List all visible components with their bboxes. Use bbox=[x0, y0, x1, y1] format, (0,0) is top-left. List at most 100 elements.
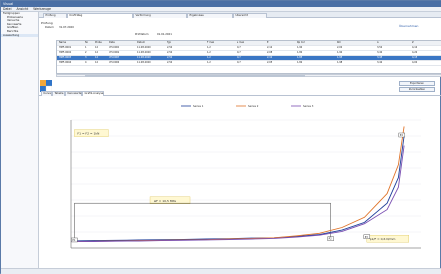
column-header[interactable]: Rp 0.2 bbox=[297, 41, 305, 46]
table-cell: 3,42 bbox=[377, 61, 383, 64]
scrollbar-thumb[interactable] bbox=[85, 75, 305, 77]
field-value: 01.01.2021 bbox=[157, 33, 172, 36]
table-cell: 2,50 bbox=[167, 46, 173, 49]
table-cell: 1,90 bbox=[337, 51, 343, 54]
column-header[interactable]: Nr. bbox=[85, 41, 88, 46]
table-cell: 0,7 bbox=[237, 56, 241, 59]
column-header[interactable]: Name bbox=[59, 41, 66, 46]
export-button[interactable]: Exportieren bbox=[399, 81, 435, 86]
apply-button[interactable]: Übernehmen bbox=[399, 24, 418, 28]
analysis-chart: Series 1 Series 2 Series 3 F1 = F2 = 1kN ΔF … bbox=[41, 98, 440, 264]
tab-tabelle[interactable]: Tabelle bbox=[52, 91, 65, 96]
table-cell: 2,50 bbox=[167, 51, 173, 54]
table-cell: 1,90 bbox=[297, 46, 303, 49]
chart-tabs: Kurve Tabelle Kennwerte Grafik-Analyse bbox=[39, 91, 441, 96]
table-cell: 1,95 bbox=[337, 56, 343, 59]
tab-grafik-analyse[interactable]: Grafik-Analyse bbox=[82, 91, 104, 96]
results-table: Name Nr. Probe Datei Datum Typ F max s max E Rp 0… bbox=[56, 40, 441, 74]
tab-kennwerte[interactable]: Kennwerte bbox=[65, 91, 82, 96]
column-header[interactable]: Rm bbox=[337, 41, 341, 46]
column-header[interactable]: F max bbox=[207, 41, 214, 46]
table-cell: 3,50 bbox=[377, 46, 383, 49]
table-row[interactable]: HMF-0002 2 12 VH-0002 11.08.2020 2,50 1,2 0,7 2,… bbox=[57, 51, 441, 56]
window-title: Visual bbox=[3, 2, 14, 6]
table-cell: 12 bbox=[95, 51, 99, 54]
series-line bbox=[70, 135, 405, 242]
field-label: Prüfdatum bbox=[135, 33, 149, 36]
annotation-label: F1 = F2 = 1kN bbox=[77, 132, 99, 136]
tab-label: Prüfung bbox=[45, 14, 56, 17]
table-cell: 2,05 bbox=[267, 61, 273, 64]
table-cell: 4,15 bbox=[412, 56, 418, 59]
annotation-label: ΔF = 10,5 MPa bbox=[154, 199, 176, 203]
table-header: Name Nr. Probe Datei Datum Typ F max s max E Rp 0… bbox=[57, 41, 441, 46]
tab-label: Kraft-Weg bbox=[69, 14, 83, 17]
table-cell: 3,40 bbox=[377, 51, 383, 54]
marker-label: P1 bbox=[72, 239, 75, 242]
table-cell: VH-0003 bbox=[109, 56, 120, 59]
table-cell: HMF-0002 bbox=[59, 51, 72, 54]
table-row[interactable]: HMF-0004 4 12 VH-0004 11.08.2020 2,50 1,2 0,7 2,… bbox=[57, 61, 441, 66]
table-cell: HMF-0003 bbox=[59, 56, 72, 59]
table-cell: 12 bbox=[95, 46, 99, 49]
props-group: Prüfung bbox=[41, 21, 53, 25]
table-cell: 4,10 bbox=[412, 46, 418, 49]
table-cell: 4 bbox=[85, 61, 87, 64]
table-cell: 12 bbox=[95, 56, 99, 59]
table-cell: 11.08.2020 bbox=[137, 46, 151, 49]
series-line bbox=[70, 145, 405, 243]
table-cell: 2,50 bbox=[167, 56, 173, 59]
table-cell: 1,2 bbox=[207, 46, 211, 49]
legend-label: Series 1 bbox=[193, 104, 204, 108]
table-cell: 1,2 bbox=[207, 56, 211, 59]
table-cell: 11.08.2020 bbox=[137, 61, 151, 64]
table-cell: HMF-0004 bbox=[59, 61, 72, 64]
date-label: Datum bbox=[45, 26, 54, 29]
table-cell: 11.08.2020 bbox=[137, 56, 151, 59]
tab-label: Kennwerte bbox=[67, 92, 82, 95]
table-cell: 1,85 bbox=[297, 56, 303, 59]
legend-label: Series 3 bbox=[303, 104, 314, 108]
table-cell: 1,2 bbox=[207, 61, 211, 64]
table-cell: 2,00 bbox=[337, 46, 343, 49]
marker-label: P3 bbox=[365, 236, 368, 239]
marker-label: P4 bbox=[400, 134, 403, 137]
table-cell: 2,50 bbox=[167, 61, 173, 64]
table-cell: 2,10 bbox=[267, 56, 273, 59]
tab-label: Tabelle bbox=[54, 92, 64, 95]
table-cell: 12 bbox=[95, 61, 99, 64]
tab-label: Verformung bbox=[135, 14, 151, 17]
table-cell: 3,45 bbox=[377, 56, 383, 59]
table-cell: 11.08.2020 bbox=[137, 51, 151, 54]
column-header[interactable]: A bbox=[377, 41, 379, 46]
tab-label: Ergebnisse bbox=[189, 14, 204, 17]
table-cell: 2 bbox=[85, 51, 87, 54]
table-row[interactable]: HMF-0003 3 12 VH-0003 11.08.2020 2,50 1,2 0,7 2,… bbox=[57, 56, 441, 61]
table-cell: 0,7 bbox=[237, 51, 241, 54]
marker-label: P2 bbox=[329, 238, 332, 241]
column-header[interactable]: Datei bbox=[109, 41, 115, 46]
navigation-tree: Feldgruppen Probenserie Versuche Kennwerte G… bbox=[1, 11, 39, 274]
legend-label: Series 2 bbox=[248, 104, 259, 108]
column-header[interactable]: Typ bbox=[167, 41, 171, 46]
column-header[interactable]: Z bbox=[412, 41, 414, 46]
annotation-label: pk/F = 0,6 N/mm bbox=[370, 237, 396, 241]
table-cell: 1,98 bbox=[337, 61, 343, 64]
properties-panel: Prüfung Datum 31.07.2020 Prüfdatum 01.01… bbox=[39, 18, 441, 40]
table-row[interactable]: HMF-0001 1 12 VH-0001 11.08.2020 2,50 1,2 0,7 2,… bbox=[57, 46, 441, 51]
column-header[interactable]: s max bbox=[237, 41, 244, 46]
date-value: 31.07.2020 bbox=[59, 26, 74, 29]
table-cell: VH-0002 bbox=[109, 51, 120, 54]
tree-item[interactable]: Auswertung bbox=[1, 33, 38, 38]
column-header[interactable]: Datum bbox=[137, 41, 145, 46]
table-cell: 4,20 bbox=[412, 51, 418, 54]
tab-label: Grafik-Analyse bbox=[84, 92, 104, 95]
chart-canvas: Series 1 Series 2 Series 3 F1 = F2 = 1kN ΔF … bbox=[70, 104, 421, 249]
table-cell: 1,2 bbox=[207, 51, 211, 54]
column-header[interactable]: E bbox=[267, 41, 269, 46]
tab-label: Kurve bbox=[43, 92, 51, 95]
column-header[interactable]: Probe bbox=[95, 41, 102, 46]
table-scrollbar[interactable] bbox=[56, 74, 441, 77]
tab-kurve[interactable]: Kurve bbox=[41, 91, 52, 96]
table-cell: 2,12 bbox=[267, 46, 273, 49]
